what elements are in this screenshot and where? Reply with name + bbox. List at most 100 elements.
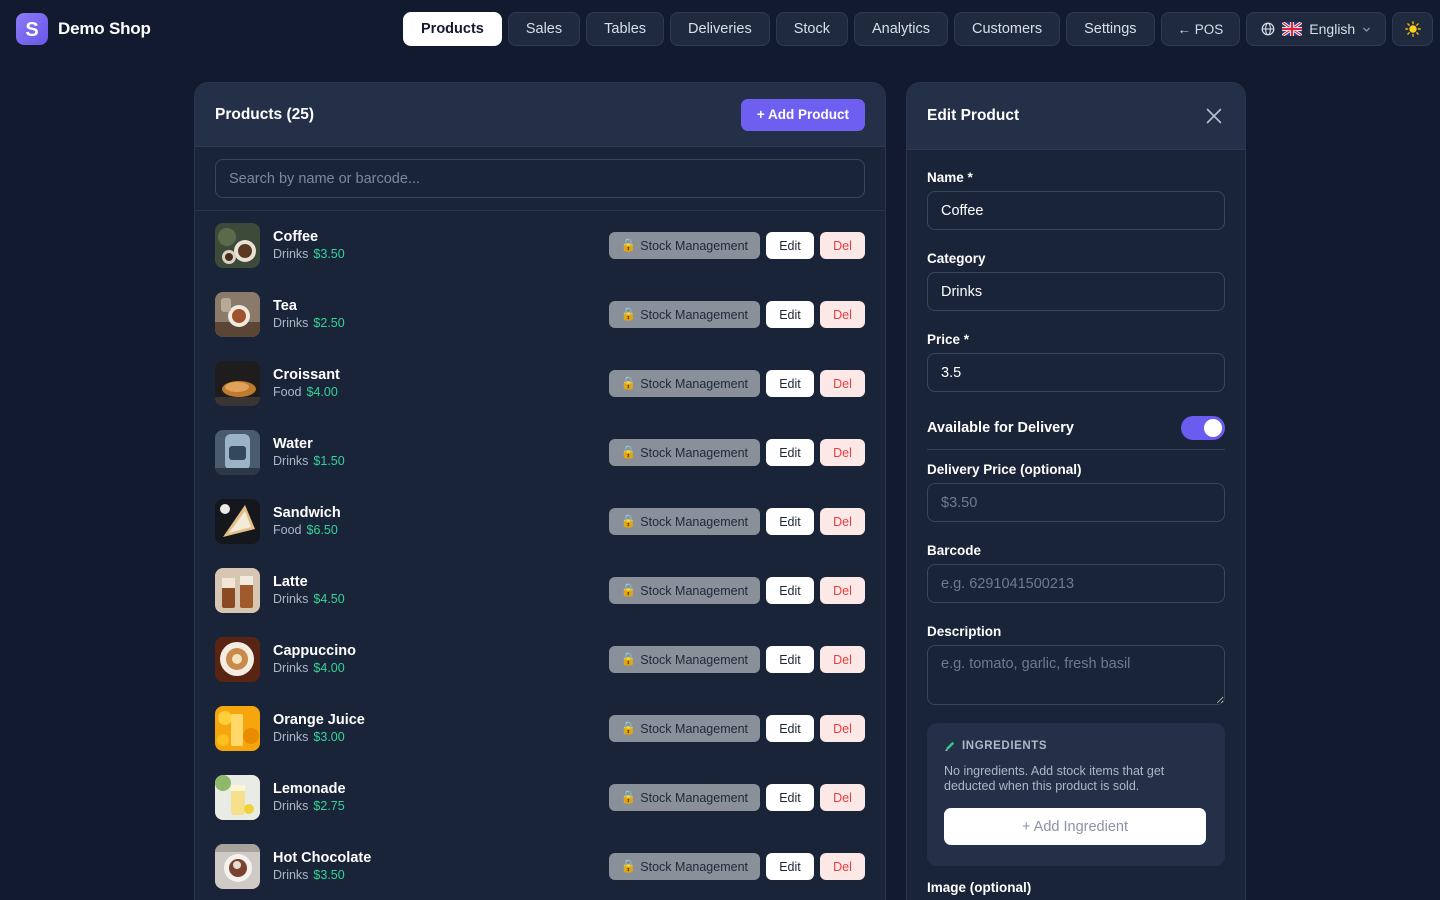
product-thumbnail: [215, 292, 260, 337]
pos-button[interactable]: ← POS: [1160, 12, 1241, 46]
product-row[interactable]: Water Drinks $1.50 🔒 Stock Management Edit …: [215, 418, 865, 487]
delivery-toggle-label: Available for Delivery: [927, 419, 1074, 436]
barcode-label: Barcode: [927, 543, 982, 558]
edit-button[interactable]: Edit: [766, 232, 814, 259]
uk-flag-icon: [1282, 22, 1303, 36]
product-row[interactable]: Latte Drinks $4.50 🔒 Stock Management Edit …: [215, 556, 865, 625]
stock-management-button[interactable]: 🔒 Stock Management: [608, 784, 760, 811]
delete-button[interactable]: Del: [820, 646, 865, 673]
delete-button[interactable]: Del: [820, 439, 865, 466]
nav-deliveries[interactable]: Deliveries: [670, 12, 770, 46]
delete-button[interactable]: Del: [820, 784, 865, 811]
edit-button[interactable]: Edit: [766, 853, 814, 880]
pencil-icon: [945, 741, 955, 751]
add-product-button[interactable]: + Add Product: [740, 98, 865, 131]
product-name: Water: [273, 436, 313, 452]
language-selector[interactable]: English: [1246, 12, 1387, 46]
product-name: Coffee: [273, 229, 319, 245]
add-ingredient-button[interactable]: + Add Ingredient: [944, 808, 1206, 845]
product-row[interactable]: Hot Chocolate Drinks $3.50 🔒 Stock Manageme…: [215, 832, 865, 900]
product-category: Drinks: [273, 316, 309, 330]
product-name: Croissant: [273, 367, 340, 383]
delete-button[interactable]: Del: [820, 715, 865, 742]
product-row[interactable]: Croissant Food $4.00 🔒 Stock Management Edi…: [215, 349, 865, 418]
close-icon[interactable]: [1203, 105, 1225, 127]
image-label: Image (optional): [927, 880, 1032, 895]
nav-tables[interactable]: Tables: [586, 12, 665, 46]
product-row[interactable]: Sandwich Food $6.50 🔒 Stock Management Edit…: [215, 487, 865, 556]
delete-button[interactable]: Del: [820, 853, 865, 880]
delete-button[interactable]: Del: [820, 301, 865, 328]
delete-button[interactable]: Del: [820, 232, 865, 259]
delete-button[interactable]: Del: [820, 577, 865, 604]
nav-stock[interactable]: Stock: [775, 12, 848, 46]
nav-customers[interactable]: Customers: [954, 12, 1061, 46]
search-bar: [195, 147, 885, 211]
stock-management-button[interactable]: 🔒 Stock Management: [608, 439, 760, 466]
product-price: $6.50: [306, 523, 338, 537]
stock-management-button[interactable]: 🔒 Stock Management: [608, 646, 760, 673]
nav-products[interactable]: Products: [403, 12, 502, 46]
stock-management-button[interactable]: 🔒 Stock Management: [608, 370, 760, 397]
product-row[interactable]: Orange Juice Drinks $3.00 🔒 Stock Managemen…: [215, 694, 865, 763]
product-row[interactable]: Cappuccino Drinks $4.00 🔒 Stock Management …: [215, 625, 865, 694]
price-field[interactable]: [927, 353, 1225, 392]
stock-management-button[interactable]: 🔒 Stock Management: [608, 577, 760, 604]
product-price: $4.00: [313, 661, 345, 675]
delivery-toggle[interactable]: [1181, 415, 1225, 440]
brand[interactable]: S Demo Shop: [16, 13, 151, 45]
stock-management-button[interactable]: 🔒 Stock Management: [608, 715, 760, 742]
product-price: $2.50: [313, 316, 345, 330]
edit-button[interactable]: Edit: [766, 508, 814, 535]
sun-icon: [1404, 21, 1421, 37]
category-label: Category: [927, 251, 986, 266]
product-category: Drinks: [273, 868, 309, 882]
product-category: Drinks: [273, 247, 309, 261]
nav-settings[interactable]: Settings: [1066, 12, 1155, 46]
stock-management-button[interactable]: 🔒 Stock Management: [608, 508, 760, 535]
ingredients-heading: INGREDIENTS: [962, 740, 1048, 752]
language-label: English: [1309, 21, 1356, 37]
product-name: Orange Juice: [273, 712, 365, 728]
edit-button[interactable]: Edit: [766, 370, 814, 397]
product-row[interactable]: Tea Drinks $2.50 🔒 Stock Management Edit De…: [215, 280, 865, 349]
products-panel: Products (25) + Add Product Coffee Drinks…: [194, 82, 886, 900]
name-field[interactable]: [927, 191, 1225, 230]
barcode-field[interactable]: [927, 564, 1225, 603]
stock-management-button[interactable]: 🔒 Stock Management: [608, 853, 760, 880]
search-input[interactable]: [215, 159, 865, 198]
ingredients-empty-text: No ingredients. Add stock items that get…: [944, 764, 1165, 793]
delete-button[interactable]: Del: [820, 370, 865, 397]
product-price: $3.50: [313, 247, 345, 261]
stock-management-button[interactable]: 🔒 Stock Management: [608, 301, 760, 328]
edit-button[interactable]: Edit: [766, 715, 814, 742]
theme-toggle-button[interactable]: [1392, 12, 1434, 46]
lock-icon: 🔒: [620, 790, 637, 804]
category-field[interactable]: [927, 272, 1225, 311]
delete-button[interactable]: Del: [820, 508, 865, 535]
edit-button[interactable]: Edit: [766, 784, 814, 811]
delivery-price-field[interactable]: [927, 483, 1225, 522]
product-category: Drinks: [273, 454, 309, 468]
edit-button[interactable]: Edit: [766, 439, 814, 466]
edit-panel-header: Edit Product: [907, 83, 1245, 150]
delivery-price-label: Delivery Price (optional): [927, 462, 1082, 477]
product-name: Hot Chocolate: [273, 850, 372, 866]
edit-product-form: Name * Category Price * Available for De…: [907, 150, 1245, 900]
product-thumbnail: [215, 706, 260, 751]
nav-sales[interactable]: Sales: [507, 12, 581, 46]
product-list: Coffee Drinks $3.50 🔒 Stock Management Edit…: [195, 211, 885, 900]
product-price: $4.50: [313, 592, 345, 606]
product-category: Drinks: [273, 592, 309, 606]
description-field[interactable]: [927, 645, 1225, 705]
edit-panel-title: Edit Product: [927, 107, 1020, 124]
edit-button[interactable]: Edit: [766, 301, 814, 328]
edit-button[interactable]: Edit: [766, 646, 814, 673]
stock-management-button[interactable]: 🔒 Stock Management: [608, 232, 760, 259]
edit-button[interactable]: Edit: [766, 577, 814, 604]
product-row[interactable]: Coffee Drinks $3.50 🔒 Stock Management Edit…: [215, 211, 865, 280]
delivery-toggle-row: Available for Delivery: [927, 406, 1225, 450]
nav-analytics[interactable]: Analytics: [853, 12, 949, 46]
product-price: $3.00: [313, 730, 345, 744]
product-row[interactable]: Lemonade Drinks $2.75 🔒 Stock Management Ed…: [215, 763, 865, 832]
